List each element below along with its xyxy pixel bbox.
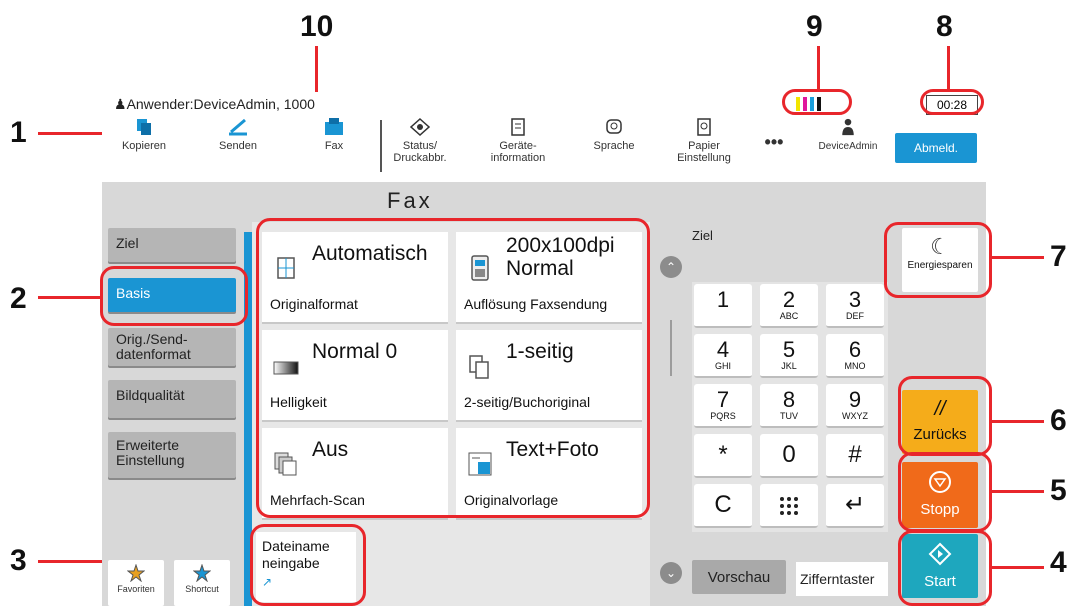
scroll-up-button[interactable]: ⌃ [660,256,682,278]
language-icon [606,119,622,134]
callout-7: 7 [1050,240,1067,273]
key-9[interactable]: 9 WXYZ [826,384,884,428]
callout-line-2 [38,296,106,299]
key-clear[interactable]: C [694,484,752,528]
highlight-toolbar-shortcuts [100,266,248,326]
toolbar-more[interactable]: ••• [754,133,794,151]
callout-line-8 [947,46,950,90]
page-title: Fax [387,188,433,213]
key-5[interactable]: 5 JKL [760,334,818,378]
highlight-toner [782,89,852,115]
shortcut-button[interactable]: Shortcut [174,560,230,606]
destination-label: Ziel [692,228,713,243]
shortcut-icon [193,564,211,582]
tab-image-quality[interactable]: Bildqualität [108,380,236,418]
highlight-filename [250,524,366,606]
tab-advanced-settings[interactable]: Erweiterte Einstellung [108,432,236,478]
key-0[interactable]: 0 [760,434,818,478]
toolbar-copy[interactable]: Kopieren [112,118,176,152]
favorites-button[interactable]: Favoriten [108,560,164,606]
keypad-input-label: Zifferntaster [796,562,888,596]
user-icon: ♟ [114,96,127,112]
preview-button[interactable]: Vorschau [692,560,786,594]
callout-8: 8 [936,10,953,43]
fax-icon [325,118,343,135]
highlight-start [898,530,992,606]
callout-9: 9 [806,10,823,43]
logout-button[interactable]: Abmeld. [895,133,977,163]
status-icon [410,118,430,136]
callout-10: 10 [300,10,334,43]
key-enter[interactable]: ↵ [826,484,884,528]
key-star[interactable]: * [694,434,752,478]
top-bar: ♟Anwender:DeviceAdmin, 1000 00:28 Kopier… [102,92,986,182]
callout-line-9 [817,46,820,90]
toolbar-user[interactable]: DeviceAdmin [808,118,888,153]
callout-4: 4 [1050,546,1067,579]
tab-ziel[interactable]: Ziel [108,228,236,262]
device-info-icon [511,118,525,136]
key-3[interactable]: 3 DEF [826,284,884,328]
numeric-keypad: 1 2 ABC 3 DEF 4 GHI 5 JKL 6 MNO 7 PQRS 8 TUV 9W… [692,282,888,532]
key-7[interactable]: 7 PQRS [694,384,752,428]
toolbar-divider [380,120,382,172]
highlight-stop [898,452,992,532]
highlight-clock [920,89,984,115]
toolbar-device-info[interactable]: Geräte- information [482,118,554,164]
callout-line-4 [992,566,1044,569]
toolbar-paper[interactable]: Papier Einstellung [668,118,740,164]
key-4[interactable]: 4 GHI [694,334,752,378]
keypad-grid-icon [780,497,798,515]
scroll-down-button[interactable]: ⌄ [660,562,682,584]
callout-3: 3 [10,544,27,577]
toolbar-status[interactable]: Status/ Druckabbr. [388,118,452,164]
tab-orig-send-format[interactable]: Orig./Send- datenformat [108,328,236,366]
highlight-settings-grid [256,218,650,518]
favorites-icon [127,564,145,582]
paper-icon [697,118,711,136]
copy-icon [137,119,151,135]
callout-line-5 [992,490,1044,493]
key-2[interactable]: 2 ABC [760,284,818,328]
callout-5: 5 [1050,474,1067,507]
user-status: ♟Anwender:DeviceAdmin, 1000 [114,96,315,112]
callout-6: 6 [1050,404,1067,437]
highlight-energy-saver [884,222,992,298]
callout-1: 1 [10,116,27,149]
toolbar-fax[interactable]: Fax [302,118,366,152]
more-icon: ••• [764,132,784,152]
toolbar-language[interactable]: Sprache [582,118,646,152]
send-icon [229,118,247,136]
key-8[interactable]: 8 TUV [760,384,818,428]
callout-2: 2 [10,282,27,315]
highlight-reset [898,376,992,456]
toolbar-send[interactable]: Senden [206,118,270,152]
user-icon [842,118,854,136]
key-grid[interactable] [760,484,818,528]
callout-line-6 [992,420,1044,423]
key-6[interactable]: 6 MNO [826,334,884,378]
key-hash[interactable]: # [826,434,884,478]
callout-line-7 [992,256,1044,259]
key-1[interactable]: 1 [694,284,752,328]
scroll-track[interactable] [670,320,672,376]
